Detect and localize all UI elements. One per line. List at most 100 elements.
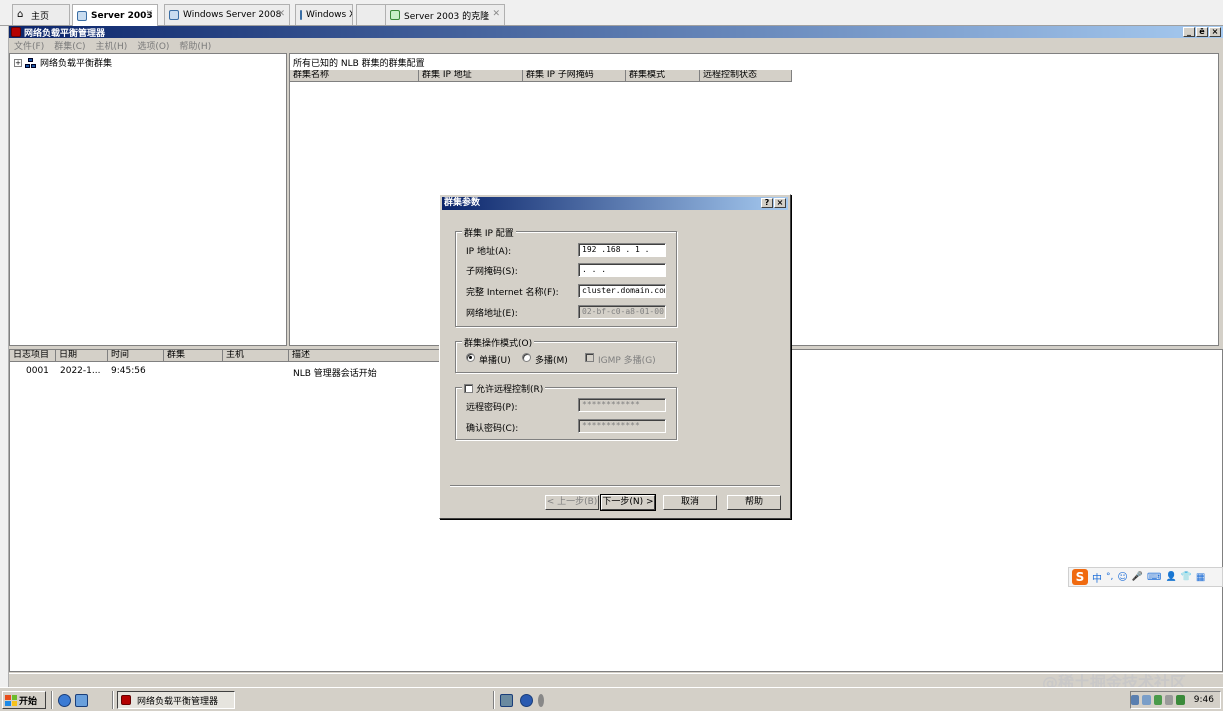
close-icon[interactable]: ✕ bbox=[277, 9, 285, 19]
remote-control-checkbox[interactable] bbox=[464, 384, 473, 393]
network-address-label: 网络地址(E): bbox=[466, 309, 518, 319]
start-button[interactable]: 开始 bbox=[2, 691, 46, 709]
restore-button[interactable]: ē bbox=[1196, 27, 1208, 37]
menu-options[interactable]: 选项(O) bbox=[132, 39, 174, 52]
column-header[interactable]: 群集模式 bbox=[626, 70, 700, 82]
confirm-password-label: 确认密码(C): bbox=[466, 424, 519, 434]
help-button[interactable]: ? bbox=[761, 198, 773, 208]
remote-control-group: 允许远程控制(R) 远程密码(P): ************ 确认密码(C):… bbox=[455, 382, 677, 440]
network-icon[interactable] bbox=[500, 694, 513, 707]
expand-icon[interactable]: + bbox=[14, 58, 22, 67]
help-icon[interactable] bbox=[520, 694, 533, 707]
log-entry: 0001 bbox=[26, 366, 49, 376]
tab-label: 主页 bbox=[31, 11, 50, 22]
tab-label: Windows Server 2008 bbox=[183, 10, 282, 20]
punctuation-icon[interactable]: °, bbox=[1106, 572, 1113, 582]
igmp-checkbox bbox=[585, 353, 594, 362]
tray-monitor-icon[interactable] bbox=[1130, 695, 1140, 705]
remote-control-label[interactable]: 允许远程控制(R) bbox=[476, 382, 543, 395]
tab-label: Windows XP bbox=[306, 10, 352, 20]
tab-windows-server-2008[interactable]: Windows Server 2008 ✕ bbox=[164, 4, 290, 25]
column-header[interactable]: 日志项目 bbox=[10, 350, 56, 362]
mmc-title: 网络负载平衡管理器 bbox=[24, 28, 106, 39]
subnet-label: 子网掩码(S): bbox=[466, 267, 518, 277]
column-header[interactable]: 日期 bbox=[56, 350, 108, 362]
dialog-separator bbox=[450, 485, 780, 487]
remote-password-field: ************ bbox=[578, 398, 666, 412]
mmc-title-bar: 网络负载平衡管理器 _ ē × bbox=[9, 26, 1223, 39]
ip-label: IP 地址(A): bbox=[466, 247, 512, 257]
ip-config-group: 群集 IP 配置 IP 地址(A): 192 .168 . 1 . 子网掩码(S… bbox=[455, 226, 677, 327]
nlb-manager-icon bbox=[121, 695, 131, 705]
home-icon: ⌂ bbox=[17, 9, 24, 20]
user-icon[interactable]: 👤 bbox=[1165, 572, 1176, 582]
menu-bar: 文件(F) 群集(C) 主机(H) 选项(O) 帮助(H) bbox=[9, 38, 1223, 52]
remote-control-toggle[interactable]: 允许远程控制(R) bbox=[462, 382, 546, 395]
column-header[interactable]: 远程控制状态 bbox=[700, 70, 792, 82]
tab-server-2003[interactable]: Server 2003 ✕ bbox=[72, 4, 158, 26]
toolbox-icon[interactable]: ▦ bbox=[1196, 572, 1205, 583]
subnet-mask-field[interactable]: . . . bbox=[578, 263, 666, 277]
column-header[interactable]: 时间 bbox=[108, 350, 164, 362]
column-header[interactable]: 群集 IP 地址 bbox=[419, 70, 523, 82]
tray-network-icon[interactable] bbox=[1142, 695, 1151, 705]
back-button: < 上一步(B) bbox=[545, 495, 599, 510]
column-header[interactable]: 群集名称 bbox=[290, 70, 419, 82]
close-icon[interactable]: ✕ bbox=[145, 9, 153, 19]
close-button[interactable]: × bbox=[1209, 27, 1221, 37]
tray-volume-icon[interactable] bbox=[1165, 695, 1174, 705]
operation-mode-group: 群集操作模式(O) 单播(U) 多播(M) IGMP 多播(G) bbox=[455, 336, 677, 373]
keyboard-icon[interactable]: ⌨ bbox=[1147, 572, 1161, 583]
unicast-radio[interactable] bbox=[466, 353, 475, 362]
minimize-button[interactable]: _ bbox=[1183, 27, 1195, 37]
fqdn-field[interactable]: cluster.domain.com bbox=[578, 284, 666, 298]
ime-chinese-mode[interactable]: 中 bbox=[1092, 570, 1102, 585]
cluster-list-title: 所有已知的 NLB 群集的群集配置 bbox=[290, 54, 1218, 70]
tab-server-2003-clone[interactable]: Server 2003 的克隆 ✕ bbox=[385, 4, 505, 25]
nlb-manager-icon bbox=[11, 27, 21, 37]
log-date: 2022-1... bbox=[60, 366, 101, 376]
system-tray: 9:46 bbox=[1130, 691, 1221, 709]
vm-tab-bar: ⌂ 主页 Server 2003 ✕ Windows Server 2008 ✕… bbox=[0, 0, 1223, 26]
column-header[interactable]: 群集 IP 子网掩码 bbox=[523, 70, 626, 82]
next-button[interactable]: 下一步(N) > bbox=[600, 494, 656, 511]
cancel-button[interactable]: 取消 bbox=[663, 495, 717, 510]
unicast-label[interactable]: 单播(U) bbox=[479, 353, 511, 366]
window-edge bbox=[0, 0, 9, 687]
microphone-icon[interactable]: 🎤 bbox=[1132, 572, 1143, 582]
show-desktop-icon[interactable] bbox=[75, 694, 88, 707]
ie-icon[interactable] bbox=[58, 694, 71, 707]
help-dialog-button[interactable]: 帮助 bbox=[727, 495, 781, 510]
taskbar-separator bbox=[51, 691, 53, 709]
ime-toolbar: S 中 °, ☺ 🎤 ⌨ 👤 👕 ▦ bbox=[1068, 567, 1223, 587]
emoji-icon[interactable]: ☺ bbox=[1117, 572, 1127, 583]
multicast-radio[interactable] bbox=[522, 353, 531, 362]
tray-vm-tools-icon[interactable] bbox=[1176, 695, 1185, 705]
tree-root-node[interactable]: + 网络负载平衡群集 bbox=[14, 56, 112, 69]
group-label: 群集操作模式(O) bbox=[462, 336, 535, 349]
taskbar-item-nlb-manager[interactable]: 网络负载平衡管理器 bbox=[117, 691, 235, 709]
vm-icon bbox=[169, 10, 179, 20]
column-header[interactable]: 群集 bbox=[164, 350, 223, 362]
igmp-label: IGMP 多播(G) bbox=[598, 356, 656, 366]
menu-help[interactable]: 帮助(H) bbox=[174, 39, 216, 52]
menu-file[interactable]: 文件(F) bbox=[9, 39, 49, 52]
skin-icon[interactable]: 👕 bbox=[1181, 572, 1192, 582]
multicast-label[interactable]: 多播(M) bbox=[535, 353, 568, 366]
task-label: 网络负载平衡管理器 bbox=[137, 696, 219, 707]
cluster-parameters-dialog: 群集参数 ? × 群集 IP 配置 IP 地址(A): 192 .168 . 1… bbox=[439, 194, 791, 519]
windows-flag-icon bbox=[5, 694, 17, 706]
dialog-title: 群集参数 bbox=[444, 198, 481, 208]
close-button[interactable]: × bbox=[774, 198, 786, 208]
menu-cluster[interactable]: 群集(C) bbox=[49, 39, 90, 52]
group-label: 群集 IP 配置 bbox=[462, 226, 516, 239]
column-header[interactable]: 主机 bbox=[223, 350, 289, 362]
close-icon[interactable]: ✕ bbox=[492, 9, 500, 19]
tab-home[interactable]: ⌂ 主页 bbox=[12, 4, 70, 25]
ip-address-field[interactable]: 192 .168 . 1 . bbox=[578, 243, 666, 257]
tray-security-icon[interactable] bbox=[1153, 695, 1163, 705]
tab-windows-xp[interactable]: Windows XP bbox=[295, 4, 353, 25]
sogou-logo-icon[interactable]: S bbox=[1072, 569, 1088, 585]
clock[interactable]: 9:46 bbox=[1194, 695, 1214, 705]
menu-host[interactable]: 主机(H) bbox=[91, 39, 133, 52]
